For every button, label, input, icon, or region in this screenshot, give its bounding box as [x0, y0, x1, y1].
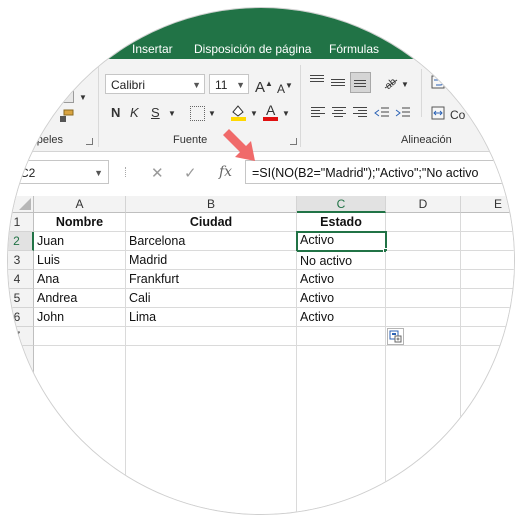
increase-indent-icon[interactable] — [395, 106, 411, 120]
column-header-a[interactable]: A — [34, 196, 126, 213]
column-header-e[interactable]: E — [461, 196, 514, 213]
cancel-icon[interactable]: ✕ — [151, 164, 164, 182]
row-header[interactable]: 7 — [8, 327, 34, 346]
chevron-down-icon[interactable]: ▼ — [401, 77, 409, 93]
group-label-clipboard: spapeles — [19, 134, 64, 146]
cell-a5[interactable]: Andrea — [34, 289, 126, 308]
format-painter-icon[interactable] — [59, 109, 75, 123]
enter-icon[interactable]: ✓ — [184, 164, 197, 182]
align-left-icon[interactable] — [311, 107, 325, 117]
cell-b3[interactable]: Madrid — [126, 251, 297, 270]
clipboard-launcher-icon[interactable] — [86, 138, 93, 145]
align-middle-icon[interactable] — [331, 79, 345, 86]
cell-d2[interactable] — [387, 232, 461, 251]
cell-a1[interactable]: Nombre — [34, 213, 126, 232]
row-header[interactable]: 1 — [8, 213, 34, 232]
cell-d5[interactable] — [386, 289, 461, 308]
empty-grid-area[interactable] — [34, 327, 514, 514]
row-header[interactable]: 6 — [8, 308, 34, 327]
cell-e6[interactable] — [461, 308, 514, 327]
red-arrow — [219, 125, 263, 169]
cell-e4[interactable] — [461, 270, 514, 289]
bold-button[interactable]: N — [111, 105, 120, 121]
font-size-select[interactable]: 11 ▼ — [209, 74, 249, 94]
select-all-corner[interactable] — [8, 196, 34, 213]
cell-c5[interactable]: Activo — [297, 289, 386, 308]
chevron-down-icon[interactable]: ▼ — [79, 90, 87, 106]
row-header-empty — [8, 346, 34, 514]
cell-c3[interactable]: No activo — [297, 252, 386, 270]
cell-b1[interactable]: Ciudad — [126, 213, 297, 232]
cell-a4[interactable]: Ana — [34, 270, 126, 289]
merge-combine-label[interactable]: Co — [450, 107, 465, 123]
grow-font-button[interactable]: A▲ — [255, 76, 273, 96]
chevron-down-icon[interactable]: ▼ — [282, 106, 290, 122]
cell-c2-active[interactable]: Activo — [296, 231, 387, 252]
align-center-icon[interactable] — [332, 107, 346, 117]
cell-a6[interactable]: John — [34, 308, 126, 327]
chevron-down-icon[interactable]: ▼ — [250, 106, 258, 122]
cell-c6[interactable]: Activo — [297, 308, 386, 327]
wrap-text-icon[interactable] — [431, 75, 445, 89]
tab-disposicion-de-pagina[interactable]: Disposición de página — [194, 42, 311, 56]
fill-color-icon[interactable] — [230, 103, 247, 121]
chevron-down-icon[interactable]: ▼ — [168, 106, 176, 122]
cell-b5[interactable]: Cali — [126, 289, 297, 308]
cell-d6[interactable] — [386, 308, 461, 327]
cell-d1[interactable] — [386, 213, 461, 232]
cell-b4[interactable]: Frankfurt — [126, 270, 297, 289]
merge-center-icon[interactable] — [431, 106, 445, 120]
excel-window: Insertar Disposición de página Fórmulas … — [8, 8, 514, 514]
cell-e5[interactable] — [461, 289, 514, 308]
chevron-down-icon: ▼ — [192, 80, 201, 90]
row-header[interactable]: 4 — [8, 270, 34, 289]
name-box[interactable]: C2 ▼ — [13, 160, 109, 184]
chevron-down-icon[interactable]: ▼ — [208, 106, 216, 122]
group-label-font: Fuente — [173, 134, 208, 146]
column-header-b[interactable]: B — [126, 196, 297, 213]
font-color-button[interactable]: A — [263, 102, 278, 121]
row-header[interactable]: 5 — [8, 289, 34, 308]
cell-e3[interactable] — [461, 251, 514, 270]
row-header[interactable]: 3 — [8, 251, 34, 270]
align-bottom-icon[interactable] — [350, 72, 371, 93]
shrink-font-button[interactable]: A▼ — [277, 78, 293, 97]
font-name-select[interactable]: Calibri ▼ — [105, 74, 205, 94]
group-separator — [300, 65, 301, 147]
cell-c4[interactable]: Activo — [297, 270, 386, 289]
drag-handle[interactable] — [125, 167, 128, 177]
cell-b2[interactable]: Barcelona — [126, 232, 297, 251]
column-header-c[interactable]: C — [297, 196, 386, 213]
cell-c1[interactable]: Estado — [297, 213, 386, 232]
formula-input[interactable]: =SI(NO(B2="Madrid");"Activo";"No activo — [245, 160, 514, 184]
row-header[interactable]: 2 — [8, 232, 34, 251]
chevron-down-icon: ▼ — [94, 168, 103, 178]
column-header-d[interactable]: D — [386, 196, 461, 213]
tab-formulas[interactable]: Fórmulas — [329, 42, 379, 56]
cell-e1[interactable] — [461, 213, 514, 232]
group-label-alignment: Alineación — [401, 134, 452, 146]
magnifier-circle: Insertar Disposición de página Fórmulas … — [7, 7, 515, 515]
orientation-icon[interactable]: ab — [383, 74, 399, 92]
decrease-indent-icon[interactable] — [374, 106, 390, 120]
chevron-down-icon: ▼ — [236, 80, 245, 90]
cell-e2[interactable] — [461, 232, 514, 251]
italic-button[interactable]: K — [130, 105, 139, 121]
align-top-icon[interactable] — [310, 75, 324, 82]
paste-options-icon[interactable] — [387, 328, 404, 345]
borders-icon[interactable] — [190, 106, 205, 121]
paste-icon[interactable] — [63, 91, 75, 103]
tab-insertar[interactable]: Insertar — [132, 42, 173, 56]
cell-d3[interactable] — [386, 251, 461, 270]
cell-b6[interactable]: Lima — [126, 308, 297, 327]
cell-d4[interactable] — [386, 270, 461, 289]
group-separator — [421, 69, 422, 117]
cell-a2[interactable]: Juan — [34, 232, 126, 251]
group-separator — [98, 65, 99, 147]
underline-button[interactable]: S — [151, 105, 160, 121]
cell-a3[interactable]: Luis — [34, 251, 126, 270]
font-launcher-icon[interactable] — [290, 138, 297, 145]
align-right-icon[interactable] — [353, 107, 367, 117]
